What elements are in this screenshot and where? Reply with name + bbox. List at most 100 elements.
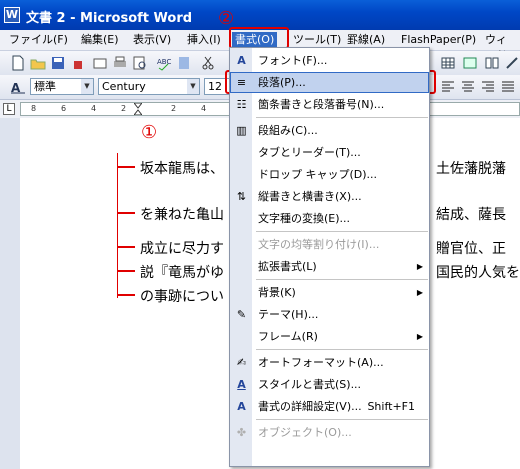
- document-line: の事跡につい: [140, 289, 224, 305]
- menu-item-bullets[interactable]: ☷ 箇条書きと段落番号(N)...: [230, 94, 429, 115]
- font-icon: A: [237, 54, 246, 67]
- menu-item-label: 文字種の変換(E)...: [258, 212, 351, 225]
- annotation-bracket-tick: [117, 166, 135, 168]
- justify-icon[interactable]: [500, 79, 516, 95]
- research-icon[interactable]: [176, 55, 192, 71]
- submenu-arrow-icon: ▶: [416, 288, 423, 297]
- menu-item-drop-cap[interactable]: ドロップ キャップ(D)...: [230, 164, 429, 185]
- menu-item-label: ドロップ キャップ(D)...: [258, 168, 378, 181]
- menu-item-background[interactable]: 背景(K) ▶: [230, 282, 429, 303]
- menu-item-label: 段落(P)...: [258, 76, 306, 89]
- submenu-arrow-icon: ▶: [416, 332, 423, 341]
- ruler-tick: 4: [201, 104, 207, 113]
- document-line: 成立に尽力す: [140, 241, 224, 257]
- menu-item-label: タブとリーダー(T)...: [258, 146, 361, 159]
- annotation-bracket-tick: [117, 246, 135, 248]
- columns-icon: ▥: [236, 124, 247, 137]
- open-folder-icon[interactable]: [30, 55, 46, 71]
- table-icon[interactable]: [440, 55, 456, 71]
- menu-view[interactable]: 表示(V): [130, 32, 174, 48]
- menu-separator: [256, 279, 428, 280]
- print-preview-icon[interactable]: [132, 55, 148, 71]
- menu-separator: [256, 231, 428, 232]
- menu-item-text-direction[interactable]: ⇅ 縦書きと横書き(X)...: [230, 186, 429, 207]
- menu-tools[interactable]: ツール(T): [290, 32, 344, 48]
- menu-item-label: オブジェクト(O)...: [258, 426, 352, 439]
- menu-item-styles[interactable]: A スタイルと書式(S)...: [230, 374, 429, 395]
- submenu-arrow-icon: ▶: [416, 262, 423, 271]
- document-line-right: 土佐藩脱藩: [436, 161, 506, 177]
- menu-item-paragraph[interactable]: ≡ 段落(P)...: [230, 72, 429, 93]
- menu-item-font[interactable]: A フォント(F)...: [230, 50, 429, 71]
- menu-flashpaper[interactable]: FlashPaper(P): [398, 32, 479, 48]
- email-icon[interactable]: [92, 55, 108, 71]
- menu-item-autoformat[interactable]: ✍ オートフォーマット(A)...: [230, 352, 429, 373]
- svg-text:ABC: ABC: [157, 58, 171, 66]
- new-document-icon[interactable]: [10, 55, 26, 71]
- spelling-icon[interactable]: ABC: [156, 55, 172, 71]
- menu-item-label: 箇条書きと段落番号(N)...: [258, 98, 385, 111]
- save-icon[interactable]: [50, 55, 66, 71]
- font-combo[interactable]: Century ▼: [98, 78, 200, 95]
- tab-selector-icon[interactable]: L: [3, 103, 15, 115]
- menu-item-asian-layout[interactable]: 拡張書式(L) ▶: [230, 256, 429, 277]
- document-line-right: 結成、薩長: [436, 207, 506, 223]
- menu-separator: [256, 349, 428, 350]
- annotation-bracket-tick: [117, 212, 135, 214]
- menu-item-label: フレーム(R): [258, 330, 318, 343]
- autoformat-icon: ✍: [236, 356, 247, 369]
- menu-item-frames[interactable]: フレーム(R) ▶: [230, 326, 429, 347]
- menu-item-shortcut: Shift+F1: [367, 400, 415, 413]
- menu-item-theme[interactable]: ✎ テーマ(H)...: [230, 304, 429, 325]
- ruler-tick: 2: [171, 104, 177, 113]
- paragraph-icon: ≡: [236, 76, 247, 89]
- menu-item-label: テーマ(H)...: [258, 308, 319, 321]
- menu-file[interactable]: ファイル(F): [6, 32, 71, 48]
- annotation-bracket: [117, 153, 118, 298]
- word-app-icon[interactable]: W: [4, 7, 20, 23]
- annotation-bracket-tick: [117, 294, 135, 296]
- annotation-marker-2: ②: [218, 8, 235, 29]
- menu-item-label: 書式の詳細設定(V)...: [258, 400, 362, 413]
- menu-item-label: 背景(K): [258, 286, 296, 299]
- vertical-ruler[interactable]: [0, 118, 21, 469]
- cut-icon[interactable]: [200, 55, 216, 71]
- excel-table-icon[interactable]: [462, 55, 478, 71]
- columns-icon[interactable]: [484, 55, 500, 71]
- menu-item-label: スタイルと書式(S)...: [258, 378, 362, 391]
- align-center-icon[interactable]: [460, 79, 476, 95]
- menu-insert[interactable]: 挿入(I): [184, 32, 224, 48]
- ruler-tick: 4: [91, 104, 97, 113]
- menu-item-label: 文字の均等割り付け(I)...: [258, 238, 380, 251]
- document-line: 坂本龍馬は、: [140, 158, 224, 178]
- document-line: 説『竜馬がゆ: [140, 265, 224, 281]
- align-left-icon[interactable]: [440, 79, 456, 95]
- menu-item-reveal-formatting[interactable]: A 書式の詳細設定(V)... Shift+F1: [230, 396, 429, 417]
- styles-pane-icon[interactable]: A: [10, 79, 26, 95]
- print-icon[interactable]: [112, 55, 128, 71]
- document-line: を兼ねた亀山: [140, 207, 224, 223]
- menu-edit[interactable]: 編集(E): [78, 32, 122, 48]
- chevron-down-icon[interactable]: ▼: [187, 79, 199, 94]
- chevron-down-icon[interactable]: ▼: [81, 79, 93, 94]
- menu-table[interactable]: 罫線(A): [344, 32, 388, 48]
- theme-icon: ✎: [236, 308, 247, 321]
- menu-item-tabs[interactable]: タブとリーダー(T)...: [230, 142, 429, 163]
- indent-marker-icon[interactable]: [132, 102, 144, 116]
- document-text: 坂本龍馬は、: [140, 161, 224, 177]
- permission-icon[interactable]: [70, 55, 86, 71]
- ruler-tick: 8: [31, 104, 37, 113]
- menu-separator: [256, 419, 428, 420]
- menu-item-label: 拡張書式(L): [258, 260, 317, 273]
- annotation-box-format-menu: [229, 27, 289, 49]
- menu-item-columns[interactable]: ▥ 段組み(C)...: [230, 120, 429, 141]
- drawing-icon[interactable]: [504, 55, 520, 71]
- window-title: 文書 2 - Microsoft Word: [26, 11, 193, 26]
- align-right-icon[interactable]: [480, 79, 496, 95]
- menu-item-object: ✤ オブジェクト(O)...: [230, 422, 429, 443]
- menu-window[interactable]: ウィンドウ: [482, 32, 520, 78]
- style-combo[interactable]: 標準 ▼: [30, 78, 94, 95]
- menu-item-change-case[interactable]: 文字種の変換(E)...: [230, 208, 429, 229]
- menu-separator: [256, 117, 428, 118]
- ruler-tick: 2: [121, 104, 127, 113]
